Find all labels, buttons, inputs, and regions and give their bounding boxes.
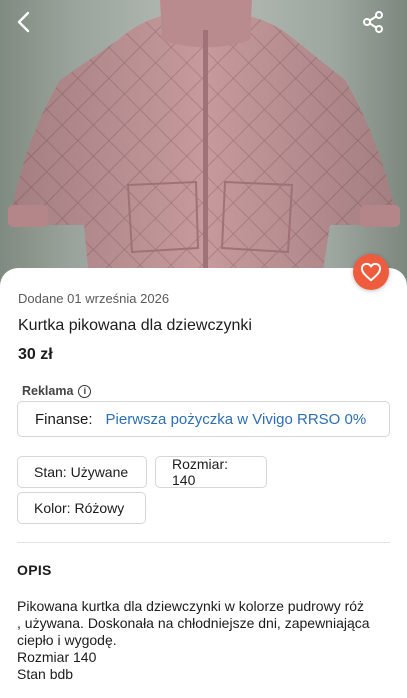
description-line: , używana. Doskonała na chłodniejsze dni… bbox=[17, 615, 370, 631]
attribute-color: Kolor: Różowy bbox=[17, 492, 146, 524]
info-icon[interactable]: i bbox=[78, 384, 92, 398]
favorite-button[interactable] bbox=[353, 254, 389, 290]
ad-label-text: Reklama bbox=[22, 384, 74, 398]
attribute-size: Rozmiar: 140 bbox=[155, 456, 267, 488]
share-icon bbox=[363, 11, 383, 33]
ad-banner[interactable]: Finanse: Pierwsza pożyczka w Vivigo RRSO… bbox=[17, 401, 390, 437]
jacket-image bbox=[8, 0, 400, 290]
back-button[interactable] bbox=[14, 10, 46, 42]
listing-date: Dodane 01 września 2026 bbox=[18, 291, 170, 306]
description-heading: OPIS bbox=[17, 562, 52, 578]
ad-key: Finanse: bbox=[35, 410, 93, 428]
ad-link[interactable]: Pierwsza pożyczka w Vivigo RRSO 0% bbox=[106, 411, 367, 428]
description-text: Pikowana kurtka dla dziewczynki w kolorz… bbox=[17, 598, 397, 683]
description-line: Rozmiar 140 bbox=[17, 649, 97, 665]
description-line: ciepło i wygodę. bbox=[17, 632, 117, 648]
heart-icon bbox=[360, 262, 382, 282]
ad-label: Reklama i bbox=[22, 384, 92, 398]
attribute-condition: Stan: Używane bbox=[17, 456, 147, 488]
chevron-left-icon bbox=[17, 11, 30, 33]
description-line: Stan bdb bbox=[17, 666, 74, 682]
product-photo[interactable] bbox=[0, 0, 407, 290]
listing-title: Kurtka pikowana dla dziewczynki bbox=[18, 317, 252, 334]
listing-price: 30 zł bbox=[18, 346, 53, 363]
section-divider bbox=[17, 542, 390, 543]
share-button[interactable] bbox=[361, 10, 393, 42]
description-line: Pikowana kurtka dla dziewczynki w kolorz… bbox=[17, 598, 365, 614]
